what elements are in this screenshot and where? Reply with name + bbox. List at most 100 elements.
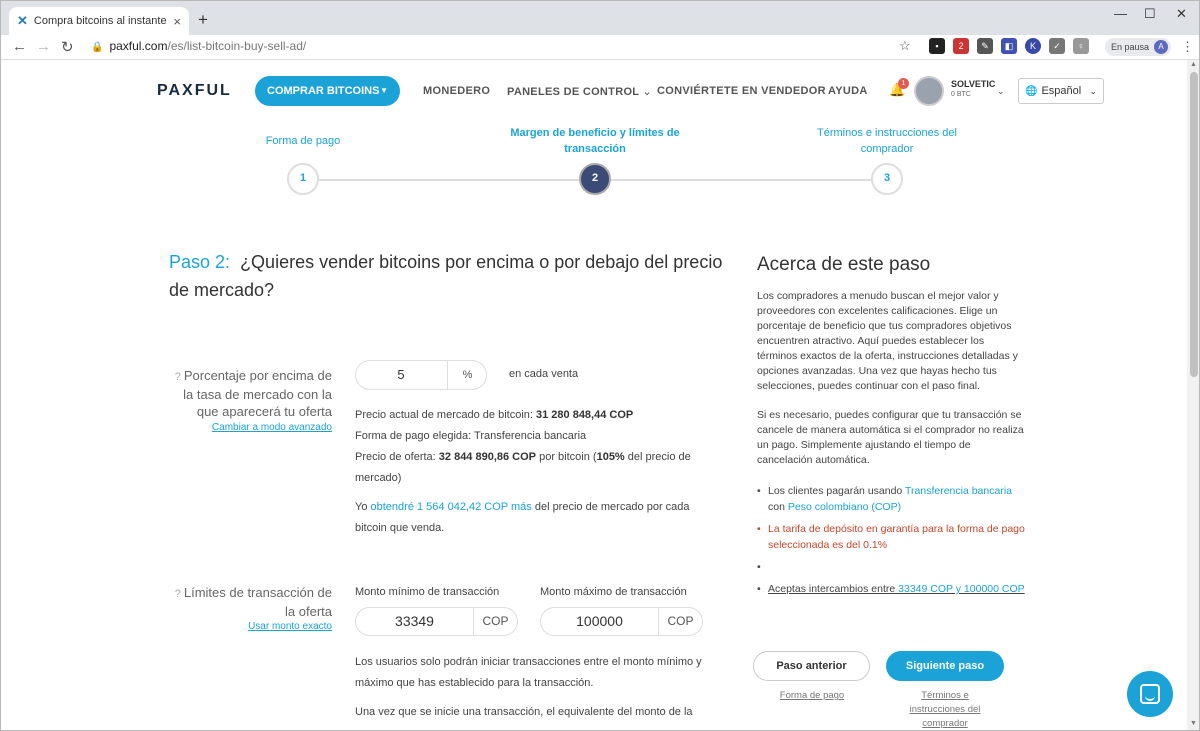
market-price-value: 31 280 848,44 COP: [536, 409, 634, 421]
nav-dashboards[interactable]: PANELES DE CONTROL ⌄: [507, 85, 652, 98]
advanced-mode-link[interactable]: Cambiar a modo avanzado: [171, 422, 332, 433]
user-balance: 0 BTC: [951, 91, 971, 98]
offer-price-value: 32 844 890,86 COP: [438, 451, 537, 463]
margin-unit: %: [462, 369, 473, 381]
extension-icon[interactable]: ✓: [1049, 38, 1065, 54]
margin-input[interactable]: 5: [355, 360, 447, 390]
extension-icon[interactable]: ✎: [977, 38, 993, 54]
help-question-icon[interactable]: ?: [175, 371, 181, 383]
extension-icon[interactable]: ▪: [929, 38, 945, 54]
extension-badge-icon[interactable]: 2: [953, 38, 969, 54]
scrollbar-thumb[interactable]: [1190, 72, 1198, 377]
earnings-prefix: Yo: [355, 501, 368, 513]
bullet-text: con: [768, 501, 785, 513]
sidebar-bullet-limits: Aceptas intercambios entre 33349 COP y 1…: [757, 581, 1027, 597]
profile-paused-button[interactable]: En pausa A: [1105, 38, 1171, 56]
browser-window: ✕ Compra bitcoins al instante | Pax × + …: [0, 0, 1200, 731]
chat-icon: [1140, 684, 1160, 704]
nav-wallet[interactable]: MONEDERO: [423, 85, 490, 97]
previous-step-button[interactable]: Paso anterior: [753, 651, 870, 681]
limits-note-1: Los usuarios solo podrán iniciar transac…: [355, 656, 702, 689]
nav-become-vendor[interactable]: CONVIÉRTETE EN VENDEDOR: [657, 85, 826, 97]
nav-help[interactable]: AYUDA: [828, 85, 868, 97]
paxful-favicon-icon: ✕: [17, 13, 28, 28]
max-amount-currency: COP: [667, 614, 694, 628]
limits-label: ? Límites de transacción de la oferta: [171, 584, 332, 620]
sidebar-para-2: Si es necesario, puedes configurar que t…: [757, 409, 1024, 466]
chat-support-button[interactable]: [1127, 671, 1173, 717]
username[interactable]: SOLVETIC: [951, 79, 995, 89]
step-1-circle[interactable]: 1: [287, 163, 319, 195]
earnings-line: Yo obtendré 1 564 042,42 COP más del pre…: [355, 497, 705, 539]
step-3-label[interactable]: Términos e instrucciones del comprador: [807, 125, 967, 157]
bookmark-star-icon[interactable]: ☆: [899, 38, 911, 54]
url-field[interactable]: 🔒 paxful.com/es/list-bitcoin-buy-sell-ad/: [91, 39, 306, 53]
language-select[interactable]: 🌐 Español ⌄: [1018, 78, 1104, 104]
url-domain: paxful.com: [109, 39, 168, 53]
sidebar-bullet-empty: [757, 559, 1027, 575]
reload-icon[interactable]: ↻: [61, 38, 74, 56]
scroll-down-icon[interactable]: ▼: [1190, 720, 1197, 727]
step-1-label[interactable]: Forma de pago: [243, 133, 363, 149]
buy-bitcoins-button[interactable]: COMPRAR BITCOINS ▼: [255, 76, 400, 106]
minimize-icon[interactable]: —: [1114, 6, 1127, 21]
sidebar-bullet-fee: La tarifa de depósito en garantía para l…: [757, 521, 1027, 553]
previous-step-link[interactable]: Forma de pago: [761, 689, 863, 703]
help-question-icon[interactable]: ?: [175, 588, 181, 600]
step-2-circle: 2: [579, 163, 611, 195]
step-prefix: Paso 2:: [169, 252, 231, 272]
vertical-scrollbar[interactable]: ▲ ▼: [1187, 60, 1199, 730]
next-step-button[interactable]: Siguiente paso: [886, 651, 1004, 681]
max-amount-input[interactable]: 100000: [540, 607, 659, 636]
bullet-text: Los clientes pagarán usando: [768, 485, 903, 497]
sidebar-heading: Acerca de este paso: [757, 254, 931, 275]
currency-link[interactable]: Peso colombiano (COP): [788, 501, 901, 513]
margin-label: ? Porcentaje por encima de la tasa de mer…: [171, 367, 332, 420]
back-icon[interactable]: ←: [12, 38, 27, 55]
buy-bitcoins-label: COMPRAR BITCOINS: [267, 85, 380, 97]
max-amount-label: Monto máximo de transacción: [540, 586, 687, 598]
extension-icon[interactable]: ♀: [1073, 38, 1089, 54]
exact-amount-link[interactable]: Usar monto exacto: [171, 621, 332, 632]
forward-icon[interactable]: →: [36, 38, 51, 55]
market-price-line: Precio actual de mercado de bitcoin: 31 …: [355, 405, 705, 426]
user-avatar[interactable]: [914, 76, 944, 106]
min-amount-currency: COP: [482, 614, 509, 628]
menu-kebab-icon[interactable]: ⋮: [1181, 39, 1194, 55]
margin-label-text: Porcentaje por encima de la tasa de merc…: [183, 368, 332, 419]
offer-percent: 105%: [596, 451, 625, 463]
extension-icon[interactable]: ◧: [1001, 38, 1017, 54]
extension-icon[interactable]: K: [1025, 38, 1041, 54]
market-price-label: Precio actual de mercado de bitcoin:: [355, 409, 533, 421]
close-window-icon[interactable]: ✕: [1176, 6, 1187, 22]
address-bar: ← → ↻ 🔒 paxful.com/es/list-bitcoin-buy-se…: [1, 35, 1199, 60]
earnings-link[interactable]: obtendré 1 564 042,42 COP más: [371, 501, 532, 513]
next-step-link[interactable]: Términos e instrucciones del comprador: [897, 689, 993, 730]
user-menu-chevron-icon[interactable]: ⌄: [997, 86, 1005, 97]
new-tab-icon[interactable]: +: [198, 10, 208, 30]
browser-tab[interactable]: ✕ Compra bitcoins al instante | Pax ×: [9, 7, 189, 35]
bullet-text: Aceptas intercambios entre: [768, 583, 896, 595]
page-title-text: ¿Quieres vender bitcoins por encima o po…: [169, 252, 723, 300]
page-content: PAXFUL COMPRAR BITCOINS ▼ MONEDERO PANEL…: [1, 60, 1187, 730]
min-amount-label: Monto mínimo de transacción: [355, 586, 500, 598]
step-2-label: Margen de beneficio y límites de transac…: [510, 127, 680, 155]
sidebar-para-1: Los compradores a menudo buscan el mejor…: [757, 290, 1018, 392]
chevron-down-icon: ⌄: [1089, 86, 1097, 96]
maximize-icon[interactable]: ☐: [1144, 6, 1156, 22]
offer-price-line: Precio de oferta: 32 844 890,86 COP por …: [355, 447, 705, 489]
limits-link[interactable]: 33349 COP y 100000 COP: [898, 583, 1024, 595]
min-amount-input[interactable]: 33349: [355, 607, 474, 636]
tab-close-icon[interactable]: ×: [173, 14, 181, 29]
limits-note-2: Una vez que se inicie una transacción, e…: [355, 706, 693, 718]
caret-down-icon: ▼: [380, 86, 388, 95]
globe-icon: 🌐: [1025, 86, 1038, 97]
step-3-circle[interactable]: 3: [871, 163, 903, 195]
paused-label: En pausa: [1111, 42, 1150, 52]
nav-dashboards-label: PANELES DE CONTROL: [507, 86, 640, 98]
limits-label-text: Límites de transacción de la oferta: [183, 585, 332, 619]
scroll-up-icon[interactable]: ▲: [1190, 61, 1197, 68]
payment-method-link[interactable]: Transferencia bancaria: [905, 485, 1012, 497]
lock-icon: 🔒: [91, 42, 104, 53]
paxful-logo[interactable]: PAXFUL: [157, 82, 232, 100]
